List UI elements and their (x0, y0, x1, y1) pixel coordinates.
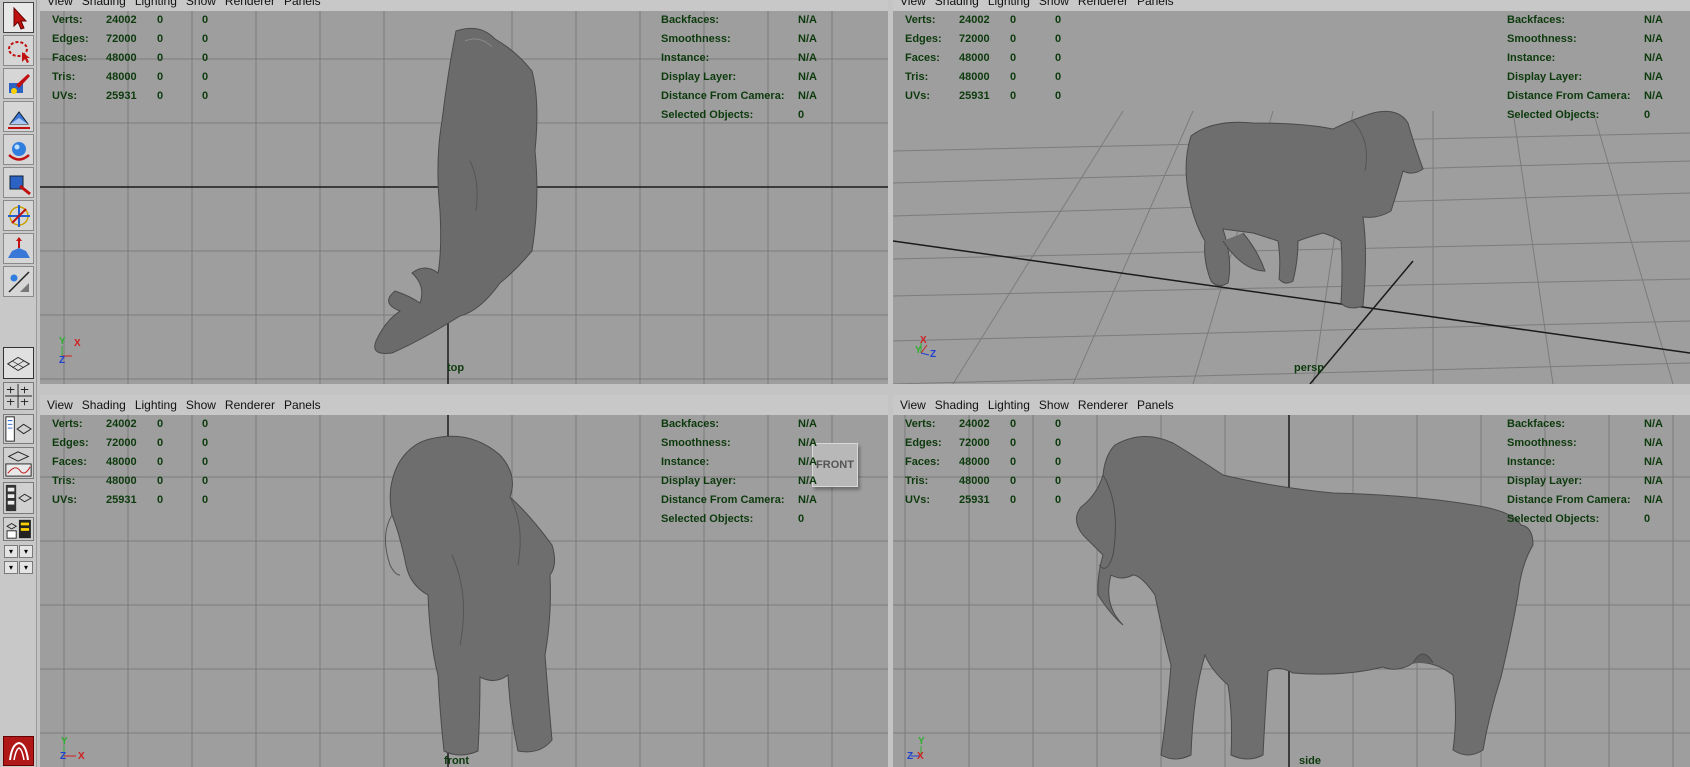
layout-dropdown-left-2[interactable]: ▾ (4, 561, 18, 574)
goat-model-side (1076, 436, 1534, 760)
axis-label-y: Y (915, 345, 922, 356)
axis-label-z: Z (907, 751, 914, 762)
viewport-front[interactable]: FRONT Verts: 24002 0 0 Edges: 72000 0 0 Faces:… (40, 415, 888, 767)
viewport-panel-persp: View Shading Lighting Show Renderer Pane… (893, 0, 1690, 384)
paint-select-tool-icon[interactable] (3, 68, 34, 99)
menu-shading[interactable]: Shading (82, 0, 126, 8)
axis-label-z: Z (59, 355, 66, 366)
menu-panels[interactable]: Panels (284, 0, 321, 8)
move-tool-icon[interactable] (3, 101, 34, 132)
single-perspective-layout-icon[interactable] (3, 347, 34, 379)
persp-graph-layout-icon[interactable] (3, 447, 34, 479)
menu-renderer[interactable]: Renderer (1078, 0, 1128, 8)
axis-label-x: X (917, 751, 924, 762)
menu-view[interactable]: View (900, 0, 926, 8)
panel-menu-bar: View Shading Lighting Show Renderer Pane… (40, 0, 888, 11)
menu-lighting[interactable]: Lighting (988, 398, 1030, 412)
menu-show[interactable]: Show (1039, 398, 1069, 412)
menu-view[interactable]: View (47, 398, 73, 412)
menu-show[interactable]: Show (186, 0, 216, 8)
axis-label-z: Z (930, 349, 937, 360)
menu-show[interactable]: Show (1039, 0, 1069, 8)
axis-label-y: Y (59, 336, 66, 347)
lasso-tool-icon[interactable] (3, 35, 34, 66)
layout-dropdown-right-2[interactable]: ▾ (19, 561, 33, 574)
rotate-tool-icon[interactable] (3, 134, 34, 165)
menu-lighting[interactable]: Lighting (135, 398, 177, 412)
panel-menu-bar: View Shading Lighting Show Renderer Pane… (40, 395, 888, 415)
camera-name-front: front (444, 755, 470, 767)
persp-outliner-layout-icon[interactable] (3, 414, 34, 444)
viewport-panel-front: View Shading Lighting Show Renderer Pane… (40, 395, 888, 767)
maya-logo-icon (3, 736, 34, 766)
tool-box: ▾ ▾ ▾ ▾ (0, 0, 37, 767)
panel-menu-bar: View Shading Lighting Show Renderer Pane… (893, 0, 1690, 11)
menu-lighting[interactable]: Lighting (135, 0, 177, 8)
ortho-grid (40, 11, 888, 384)
camera-name-persp: persp (1294, 362, 1324, 374)
ortho-grid (40, 415, 888, 767)
camera-name-side: side (1299, 755, 1322, 767)
axis-label-y: Y (918, 736, 925, 747)
panel-menu-bar: View Shading Lighting Show Renderer Pane… (893, 395, 1690, 415)
menu-view[interactable]: View (47, 0, 73, 8)
goat-model-persp (1185, 110, 1424, 309)
menu-renderer[interactable]: Renderer (225, 398, 275, 412)
menu-show[interactable]: Show (186, 398, 216, 412)
axis-label-x: X (78, 751, 85, 762)
menu-shading[interactable]: Shading (935, 0, 979, 8)
hypershade-persp-layout-icon[interactable] (3, 482, 34, 514)
perspective-grid (893, 110, 1690, 384)
viewport-panel-top: View Shading Lighting Show Renderer Pane… (40, 0, 888, 384)
axis-label-x: X (74, 338, 81, 349)
show-manipulator-tool-icon[interactable] (3, 266, 34, 297)
menu-shading[interactable]: Shading (935, 398, 979, 412)
axis-label-z: Z (60, 751, 67, 762)
axis-indicator-side: Y Z X (907, 736, 947, 767)
viewport-persp[interactable]: Verts: 24002 0 0 Edges: 72000 0 0 Faces: 48000 0… (893, 11, 1690, 384)
universal-manipulator-tool-icon[interactable] (3, 200, 34, 231)
scale-tool-icon[interactable] (3, 167, 34, 198)
menu-panels[interactable]: Panels (1137, 0, 1174, 8)
viewport-top[interactable]: Verts: 24002 0 0 Edges: 72000 0 0 Faces: 48000 0… (40, 11, 888, 384)
goat-model-front (385, 435, 556, 756)
four-view-layout-icon[interactable] (3, 382, 34, 410)
axis-indicator-front: Y Z X (58, 736, 98, 767)
view-cube-front[interactable]: FRONT (812, 443, 858, 487)
menu-renderer[interactable]: Renderer (1078, 398, 1128, 412)
layout-dropdown-right[interactable]: ▾ (19, 545, 33, 558)
axis-label-y: Y (61, 736, 68, 747)
menu-panels[interactable]: Panels (1137, 398, 1174, 412)
goat-model-top (374, 27, 538, 354)
select-tool-icon[interactable] (3, 2, 34, 33)
axis-indicator-top: Y X Z (58, 336, 90, 368)
menu-lighting[interactable]: Lighting (988, 0, 1030, 8)
menu-renderer[interactable]: Renderer (225, 0, 275, 8)
menu-panels[interactable]: Panels (284, 398, 321, 412)
persp-graph-hypershade-layout-icon[interactable] (3, 517, 34, 541)
viewport-panel-side: View Shading Lighting Show Renderer Pane… (893, 395, 1690, 767)
menu-shading[interactable]: Shading (82, 398, 126, 412)
axis-indicator-persp: X Y Z (915, 333, 947, 365)
menu-view[interactable]: View (900, 398, 926, 412)
layout-dropdown-left[interactable]: ▾ (4, 545, 18, 558)
viewport-side[interactable]: Verts: 24002 0 0 Edges: 72000 0 0 Faces: 48000 0… (893, 415, 1690, 767)
camera-name-top: top (447, 362, 465, 374)
soft-modification-tool-icon[interactable] (3, 233, 34, 264)
